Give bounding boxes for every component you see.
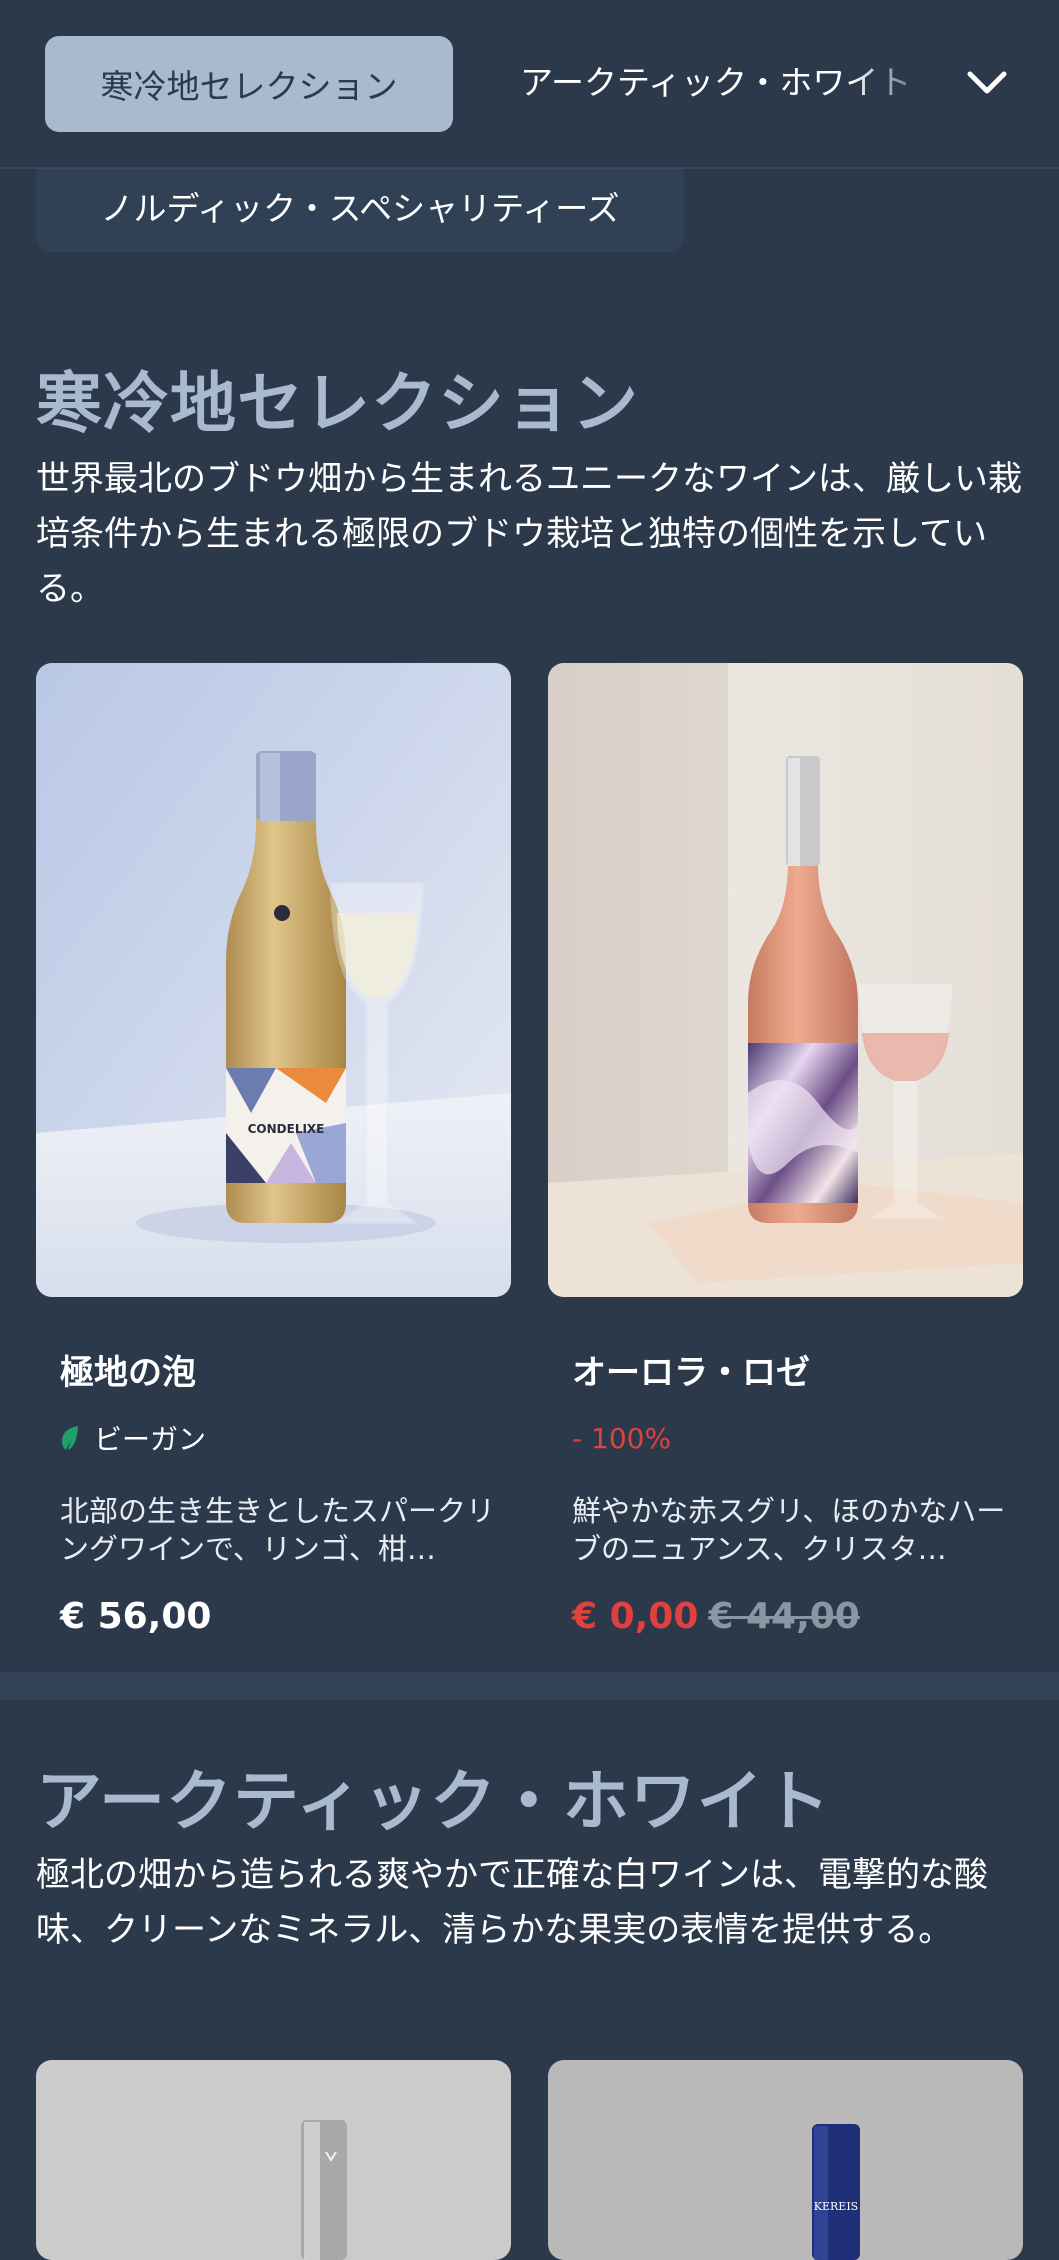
tab-label: 寒冷地セレクション xyxy=(100,67,398,106)
product-price: € 56,00 xyxy=(60,1596,212,1637)
section-title: アークティック・ホワイト xyxy=(36,1763,831,1840)
category-tab-bar: 寒冷地セレクション アークティック・ホワイト xyxy=(0,0,1059,169)
product-description: 鮮やかな赤スグリ、ほのかなハーブのニュアンス、クリスタ… xyxy=(572,1494,1006,1566)
discount-badge: - 100% xyxy=(572,1421,672,1455)
section-divider xyxy=(0,1672,1059,1700)
product-price-row: € 0,00 € 44,00 xyxy=(572,1596,1012,1637)
product-description: 北部の生き生きとしたスパークリングワインで、リンゴ、柑… xyxy=(60,1494,496,1566)
product-name: 極地の泡 xyxy=(60,1353,196,1393)
bottle-label-text: KEREIS xyxy=(814,2200,858,2213)
tab-label: ノルディック・スペシャリティーズ xyxy=(100,189,620,228)
white-wine-image xyxy=(36,2060,511,2260)
product-image-polar-bubbles[interactable]: CONDELIXE xyxy=(36,663,511,1297)
product-image-aurora-rose[interactable] xyxy=(548,663,1023,1297)
sale-price: € 0,00 xyxy=(572,1596,699,1637)
sparkling-wine-image: CONDELIXE xyxy=(36,663,511,1297)
bottle-label-text: CONDELIXE xyxy=(248,1122,325,1136)
section-description: 極北の畑から造られる爽やかで正確な白ワインは、電撃的な酸味、クリーンなミネラル、… xyxy=(36,1855,988,1950)
product-image-white-wine-2[interactable]: KEREIS xyxy=(548,2060,1023,2260)
original-price: € 44,00 xyxy=(708,1596,860,1637)
chevron-down-icon[interactable] xyxy=(962,58,1012,108)
section-title: 寒冷地セレクション xyxy=(36,365,639,442)
product-card-polar-bubbles[interactable]: 極地の泡 ビーガン 北部の生き生きとしたスパークリングワインで、リンゴ、柑… €… xyxy=(60,1345,500,1637)
tab-label: アークティック・ホワイト xyxy=(520,63,912,102)
section-description: 世界最北のブドウ畑から生まれるユニークなワインは、厳しい栽培条件から生まれる極限… xyxy=(36,459,1022,609)
tab-arctic-white[interactable]: アークティック・ホワイト xyxy=(520,56,940,108)
tag-label: ビーガン xyxy=(94,1423,207,1456)
white-wine-image: KEREIS xyxy=(548,2060,1023,2260)
tab-cold-climate-selection[interactable]: 寒冷地セレクション xyxy=(45,36,453,132)
product-card-aurora-rose[interactable]: オーロラ・ロゼ - 100% 鮮やかな赤スグリ、ほのかなハーブのニュアンス、クリ… xyxy=(572,1345,1012,1637)
leaf-icon xyxy=(62,1426,78,1450)
tab-nordic-specialities[interactable]: ノルディック・スペシャリティーズ xyxy=(36,160,684,252)
product-name: オーロラ・ロゼ xyxy=(572,1353,810,1393)
rose-wine-image xyxy=(548,663,1023,1297)
vegan-badge: ビーガン xyxy=(60,1420,500,1456)
product-image-white-wine-1[interactable] xyxy=(36,2060,511,2260)
